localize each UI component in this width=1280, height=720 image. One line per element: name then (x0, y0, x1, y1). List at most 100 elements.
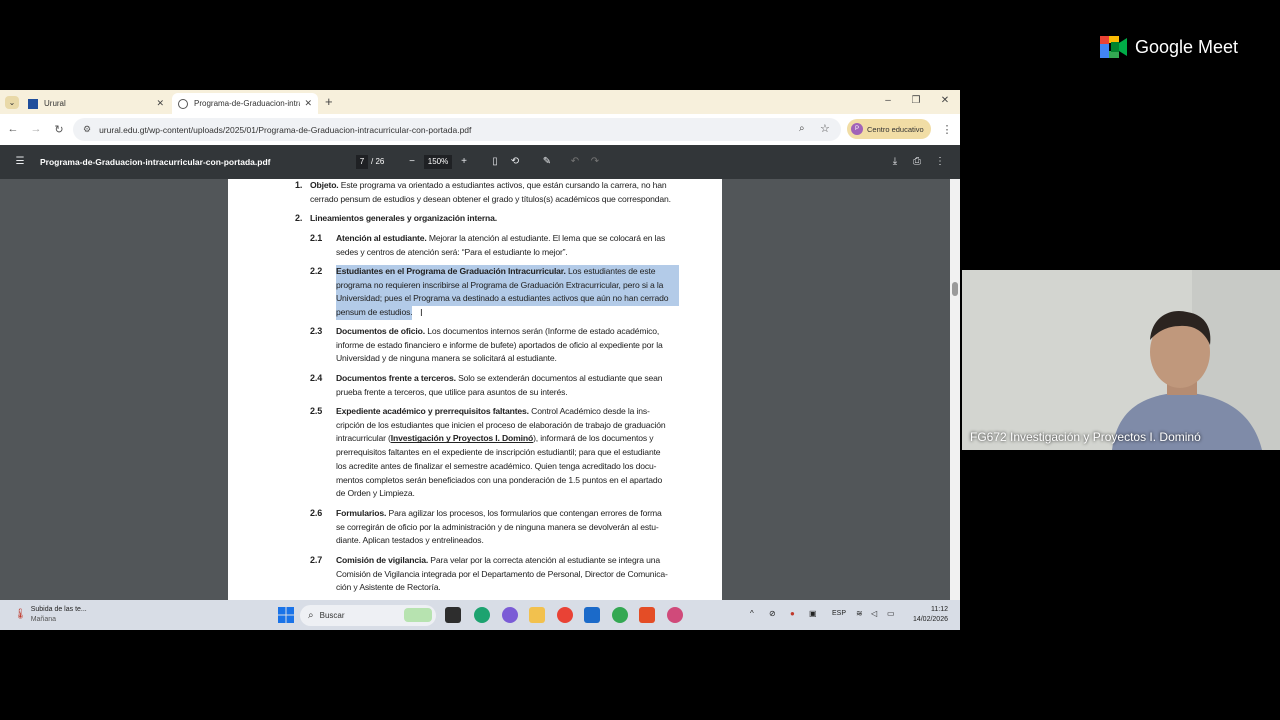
section-expediente: Expediente académico y prerrequisitos fa… (336, 405, 650, 419)
text-line: Mejorar la atención al estudiante. El le… (426, 233, 666, 243)
new-tab-plus-icon[interactable]: + (325, 94, 333, 109)
address-bar[interactable]: ⚙ urural.edu.gt/wp-content/uploads/2025/… (73, 118, 841, 141)
text-line: los acredite antes de finalizar el semes… (336, 460, 657, 471)
pdf-scroll-thumb[interactable] (952, 282, 958, 296)
text-line: prerrequisitos faltantes en el expedient… (336, 447, 661, 458)
app-icon[interactable] (639, 607, 655, 623)
undo-icon[interactable]: ↶ (569, 156, 581, 167)
close-tab-icon[interactable]: ✕ (304, 98, 312, 109)
zoom-in-icon[interactable]: + (458, 156, 470, 167)
section-number: 2.1 (310, 233, 323, 243)
active-app-icon[interactable] (667, 607, 683, 623)
minimize-icon[interactable]: – (881, 95, 895, 106)
section-number: 1. (295, 180, 303, 190)
selected-text-line[interactable]: programa no requieren inscribirse al Pro… (336, 278, 679, 293)
browser-menu-icon[interactable]: ⋮ (940, 123, 954, 136)
url-text: urural.edu.gt/wp-content/uploads/2025/01… (99, 124, 472, 135)
zoom-magnifier-icon[interactable]: ⌕ (799, 123, 805, 134)
pdf-scrollbar[interactable] (950, 179, 960, 600)
copilot-icon[interactable] (502, 607, 518, 623)
selected-text-line[interactable]: Universidad; pues el Programa va destina… (336, 292, 679, 307)
section-terceros: Documentos frente a terceros. Solo se ex… (336, 372, 663, 386)
more-options-icon[interactable]: ⋮ (934, 156, 946, 167)
annotate-pen-icon[interactable]: ✎ (541, 156, 553, 167)
weather-widget[interactable]: 🌡 Subida de las te... Mañana (14, 605, 87, 625)
tray-chevron-icon[interactable]: ^ (750, 609, 754, 618)
print-icon[interactable]: ⎙ (911, 156, 923, 167)
page-total: / 26 (371, 157, 385, 166)
download-icon[interactable]: ⤓ (889, 156, 901, 167)
pdf-toolbar: ☰ Programa-de-Graduacion-intracurricular… (0, 145, 960, 179)
site-settings-icon[interactable]: ⚙ (83, 124, 91, 135)
tray-network-off-icon[interactable]: ⊘ (769, 609, 776, 618)
chrome-icon[interactable] (557, 607, 573, 623)
fit-page-icon[interactable]: ▯ (489, 156, 501, 167)
text-line-with-underline: intracurricular (Investigación y Proyect… (336, 432, 654, 446)
close-tab-icon[interactable]: ✕ (156, 98, 164, 109)
windows-start-icon[interactable] (278, 607, 294, 623)
file-explorer-icon[interactable] (529, 607, 545, 623)
selected-text-line[interactable]: Estudiantes en el Programa de Graduación… (336, 265, 679, 279)
weather-alert-icon: 🌡 (14, 609, 27, 620)
tab-title: Urural (44, 99, 66, 108)
text-line: Control Académico desde la ins- (528, 406, 650, 416)
reload-icon[interactable]: ↻ (52, 123, 66, 136)
search-icon: ⌕ (308, 610, 314, 621)
section-number: 2.7 (310, 555, 323, 565)
participant-video (962, 270, 1280, 450)
hamburger-menu-icon[interactable]: ☰ (14, 156, 26, 167)
text-line: mentos completos serán beneficiados con … (336, 474, 663, 485)
participant-name: FG672 Investigación y Proyectos I. Domin… (970, 430, 1201, 444)
store-icon[interactable] (584, 607, 600, 623)
task-view-icon[interactable] (445, 607, 461, 623)
chrome-profile-icon[interactable] (612, 607, 628, 623)
close-window-icon[interactable]: ✕ (938, 95, 952, 106)
zoom-input[interactable]: 150% (424, 155, 452, 169)
text-segment: ), informará de los documentos y (533, 433, 654, 444)
screen-share-icon[interactable]: ▣ (809, 609, 817, 618)
selected-text-line[interactable]: pensum de estudios. (336, 306, 413, 320)
bookmark-star-icon[interactable]: ☆ (820, 122, 830, 135)
text-line: Para velar por la correcta atención al e… (428, 555, 661, 565)
forward-arrow-icon[interactable]: → (29, 123, 43, 135)
participant-video-tile[interactable]: FG672 Investigación y Proyectos I. Domin… (962, 270, 1280, 450)
section-title: Objeto. (310, 180, 339, 190)
tab-title: Programa-de-Graduacion-intra (194, 99, 301, 108)
volume-icon[interactable]: ◁ (871, 609, 877, 618)
text-line: Comisión de Vigilancia integrada por el … (336, 568, 668, 579)
search-placeholder: Buscar (319, 611, 345, 620)
tab-pdf[interactable]: Programa-de-Graduacion-intra ✕ (172, 93, 318, 114)
edge-browser-icon[interactable] (474, 607, 490, 623)
section-number: 2.6 (310, 508, 323, 518)
text-line: cripción de los estudiantes que inicien … (336, 419, 666, 430)
battery-icon[interactable]: ▭ (887, 609, 895, 618)
wifi-icon[interactable]: ≋ (856, 609, 863, 618)
text-line: Para agilizar los procesos, los formular… (386, 508, 662, 518)
rotate-icon[interactable]: ⟲ (509, 156, 521, 167)
text-line: informe de estado financiero e informe d… (336, 339, 663, 350)
browser-tab-strip: ⌄ Urural ✕ Programa-de-Graduacion-intra … (0, 90, 960, 114)
microphone-icon[interactable]: ● (790, 609, 795, 618)
browser-toolbar: ← → ↻ ⚙ urural.edu.gt/wp-content/uploads… (0, 114, 960, 145)
redo-icon[interactable]: ↷ (589, 156, 601, 167)
shared-screen: ⌄ Urural ✕ Programa-de-Graduacion-intra … (0, 90, 960, 630)
pdf-viewport[interactable]: 1. Objeto. Este programa va orientado a … (0, 179, 960, 600)
text-line: Solo se extenderán documentos al estudia… (455, 373, 663, 383)
section-number: 2.2 (310, 266, 323, 276)
taskbar-search[interactable]: ⌕ Buscar (300, 605, 436, 626)
page-number-input[interactable]: 7 (356, 155, 368, 169)
section-objeto: Objeto. Este programa va orientado a est… (310, 179, 667, 193)
back-arrow-icon[interactable]: ← (6, 123, 20, 135)
section-title: Comisión de vigilancia. (336, 555, 429, 565)
restore-icon[interactable]: ❐ (909, 95, 923, 106)
profile-chip[interactable]: P Centro educativo (847, 119, 931, 139)
text-line: cerrado pensum de estudios y desean obte… (310, 193, 671, 204)
tab-urural[interactable]: Urural ✕ (22, 93, 170, 114)
section-vigilancia: Comisión de vigilancia. Para velar por l… (336, 554, 660, 568)
text-line: de Orden y Limpieza. (336, 488, 415, 499)
tab-search-chevron-icon[interactable]: ⌄ (5, 96, 19, 109)
language-indicator[interactable]: ESP (832, 610, 846, 617)
pdf-filename: Programa-de-Graduacion-intracurricular-c… (40, 157, 271, 167)
taskbar-clock[interactable]: 11:12 14/02/2026 (906, 605, 948, 625)
zoom-out-icon[interactable]: − (406, 156, 418, 167)
